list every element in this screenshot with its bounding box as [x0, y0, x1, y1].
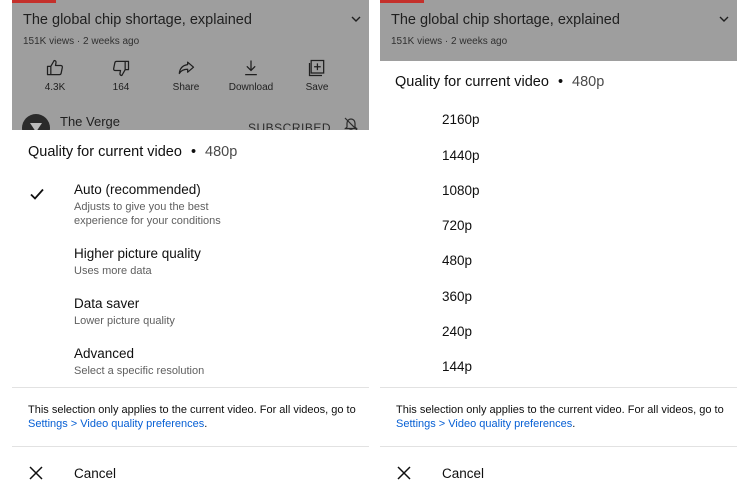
quality-note: This selection only applies to the curre…: [28, 403, 360, 431]
note-suffix: .: [572, 418, 576, 430]
resolution-option[interactable]: 480p: [442, 253, 472, 268]
sheet-title-text: Quality for current video: [28, 144, 182, 160]
settings-link[interactable]: Settings > Video quality preferences: [28, 418, 204, 430]
current-quality: 480p: [572, 74, 605, 90]
option-label: Higher picture quality: [74, 246, 201, 261]
download-label: Download: [228, 82, 274, 93]
video-title[interactable]: The global chip shortage, explained: [391, 12, 620, 28]
resolution-option[interactable]: 1440p: [442, 148, 480, 163]
bell-icon[interactable]: [343, 116, 359, 130]
right-screen: The global chip shortage, explained 151K…: [380, 0, 737, 500]
note-text: This selection only applies to the curre…: [28, 404, 356, 416]
title-separator: •: [190, 144, 197, 160]
close-icon: [29, 466, 43, 480]
sheet-title: Quality for current video • 480p: [395, 74, 604, 90]
current-quality: 480p: [205, 144, 238, 160]
quality-option-higher[interactable]: Higher picture quality Uses more data: [74, 246, 264, 278]
divider: [380, 446, 737, 447]
progress-indicator: [12, 0, 56, 3]
video-meta: 151K views · 2 weeks ago: [391, 36, 508, 47]
share-button[interactable]: Share: [158, 58, 214, 93]
quality-note: This selection only applies to the curre…: [396, 403, 728, 431]
cancel-label: Cancel: [74, 466, 117, 481]
share-icon: [178, 61, 195, 75]
save-icon: [308, 59, 325, 77]
cancel-button[interactable]: Cancel: [380, 458, 737, 488]
option-description: Uses more data: [74, 265, 152, 277]
checkmark-icon: [30, 188, 44, 200]
divider: [12, 387, 369, 388]
sheet-title-text: Quality for current video: [395, 74, 549, 90]
note-text: This selection only applies to the curre…: [396, 404, 724, 416]
save-label: Save: [305, 82, 329, 93]
thumbs-down-icon: [113, 60, 130, 77]
save-button[interactable]: Save: [289, 58, 345, 93]
like-button[interactable]: 4.3K: [27, 58, 83, 93]
quality-option-advanced[interactable]: Advanced Select a specific resolution: [74, 346, 264, 378]
note-suffix: .: [204, 418, 208, 430]
like-count: 4.3K: [44, 82, 66, 93]
resolution-option[interactable]: 144p: [442, 359, 472, 374]
thumbs-up-icon: [46, 59, 63, 76]
cancel-button[interactable]: Cancel: [12, 458, 369, 488]
option-description: Adjusts to give you the best experience …: [74, 201, 221, 228]
share-label: Share: [172, 82, 200, 93]
divider: [12, 446, 369, 447]
dislike-count: 164: [112, 82, 130, 93]
sheet-title: Quality for current video • 480p: [28, 144, 237, 160]
option-description: Lower picture quality: [74, 315, 175, 327]
option-label: Advanced: [74, 346, 135, 361]
video-title[interactable]: The global chip shortage, explained: [23, 12, 252, 28]
cancel-label: Cancel: [442, 466, 485, 481]
divider: [380, 387, 737, 388]
resolution-option[interactable]: 360p: [442, 289, 472, 304]
option-description: Select a specific resolution: [74, 365, 205, 377]
option-label: Data saver: [74, 296, 140, 311]
channel-name[interactable]: The Verge: [60, 114, 120, 129]
option-label: Auto (recommended): [74, 182, 201, 197]
title-separator: •: [557, 74, 564, 90]
resolution-option[interactable]: 720p: [442, 218, 472, 233]
resolution-option[interactable]: 240p: [442, 324, 472, 339]
resolution-option[interactable]: 2160p: [442, 112, 480, 127]
close-icon: [397, 466, 411, 480]
video-meta: 151K views · 2 weeks ago: [23, 36, 140, 47]
quality-option-data-saver[interactable]: Data saver Lower picture quality: [74, 296, 264, 328]
video-info-backdrop: The global chip shortage, explained 151K…: [12, 0, 369, 130]
chevron-down-icon[interactable]: [350, 13, 362, 25]
channel-avatar[interactable]: [22, 114, 50, 130]
download-icon: [245, 60, 257, 76]
chevron-down-icon[interactable]: [718, 13, 730, 25]
settings-link[interactable]: Settings > Video quality preferences: [396, 418, 572, 430]
resolution-option[interactable]: 1080p: [442, 183, 480, 198]
dislike-button[interactable]: 164: [93, 58, 149, 93]
video-info-backdrop: The global chip shortage, explained 151K…: [380, 0, 737, 61]
left-screen: The global chip shortage, explained 151K…: [12, 0, 369, 500]
quality-option-auto[interactable]: Auto (recommended) Adjusts to give you t…: [74, 182, 264, 229]
progress-indicator: [380, 0, 424, 3]
subscribed-button[interactable]: SUBSCRIBED: [248, 121, 331, 130]
download-button[interactable]: Download: [223, 58, 279, 93]
